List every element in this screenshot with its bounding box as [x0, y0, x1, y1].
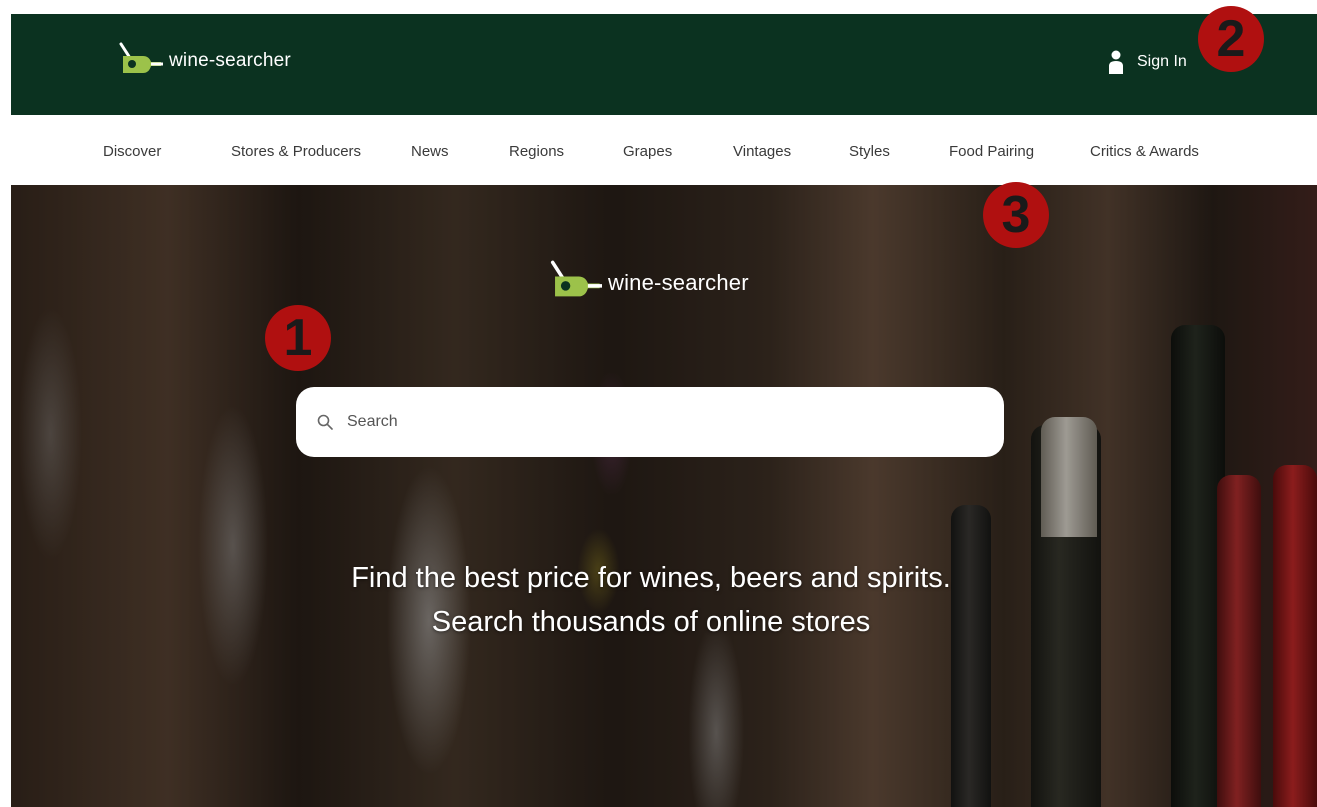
nav-item-regions[interactable]: Regions — [509, 143, 564, 160]
hero-section: wine-searcher Find the best price for wi… — [11, 185, 1317, 807]
sign-in-label: Sign In — [1137, 53, 1187, 70]
tagline-line-1: Find the best price for wines, beers and… — [351, 562, 951, 594]
callout-marker-1: 1 — [265, 305, 331, 371]
search-icon — [317, 414, 333, 430]
header-logo-text: wine-searcher — [169, 50, 291, 71]
hero-tagline: Find the best price for wines, beers and… — [11, 556, 1291, 644]
nav-item-grapes[interactable]: Grapes — [623, 143, 672, 160]
callout-marker-3: 3 — [983, 182, 1049, 248]
tagline-line-2: Search thousands of online stores — [431, 606, 871, 638]
page-frame: wine-searcher Sign In Discover Stores & … — [11, 14, 1317, 807]
user-icon — [1109, 50, 1123, 74]
sign-in-button[interactable]: Sign In — [1109, 50, 1187, 74]
nav-item-vintages[interactable]: Vintages — [733, 143, 791, 160]
search-bar[interactable] — [296, 387, 1004, 457]
nav-item-discover[interactable]: Discover — [103, 143, 161, 160]
hero-logo: wine-searcher — [548, 260, 749, 300]
nav-item-food-pairing[interactable]: Food Pairing — [949, 143, 1034, 160]
callout-marker-2: 2 — [1198, 6, 1264, 72]
nav-item-news[interactable]: News — [411, 143, 449, 160]
header-bar: wine-searcher Sign In — [11, 14, 1317, 115]
nav-item-critics-awards[interactable]: Critics & Awards — [1090, 143, 1199, 160]
wine-bottle-logo-icon — [119, 42, 163, 73]
hero-logo-text: wine-searcher — [608, 270, 749, 295]
header-logo[interactable]: wine-searcher — [117, 42, 291, 76]
nav-item-styles[interactable]: Styles — [849, 143, 890, 160]
search-input[interactable] — [345, 412, 949, 432]
nav-item-stores-producers[interactable]: Stores & Producers — [231, 143, 361, 160]
wine-bottle-logo-icon — [550, 260, 602, 297]
main-nav: Discover Stores & Producers News Regions… — [11, 115, 1317, 185]
